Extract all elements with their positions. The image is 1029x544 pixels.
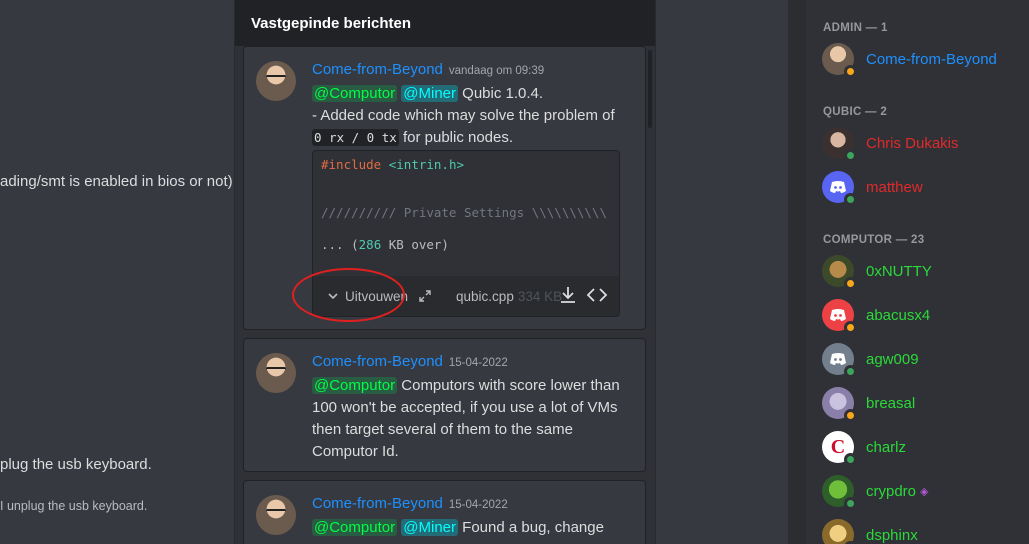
avatar [822,43,857,78]
avatar: C [822,431,857,466]
member-item[interactable]: C charlz [822,425,906,469]
message-text: - Added code which may solve the problem… [312,107,615,124]
role-mention[interactable]: @Computor [312,85,398,102]
discord-logo-icon [830,353,846,365]
message-content: @Computor @Miner Qubic 1.0.4. - Added co… [312,83,632,149]
member-category: COMPUTOR — 23 [823,234,925,246]
chat-text-fragment: ading/smt is enabled in bios or not) [0,173,233,190]
avatar[interactable] [256,61,296,101]
status-idle-icon [844,277,857,290]
message-author[interactable]: Come-from-Beyond [312,353,443,370]
member-item[interactable]: 0xNUTTY [822,249,932,293]
file-name[interactable]: qubic.cpp [456,289,514,304]
member-name: breasal [866,394,916,412]
role-mention[interactable]: @Computor [312,377,398,394]
member-item[interactable]: Come-from-Beyond [822,37,997,81]
member-name: crypdro [866,482,917,500]
chat-text-fragment: I unplug the usb keyboard. [0,499,148,513]
member-name: dsphinx [866,526,918,544]
expand-arrows-icon[interactable] [418,289,432,303]
discord-logo-icon [830,309,846,321]
download-icon[interactable] [557,284,579,306]
code-more-suffix: KB over) [381,237,449,252]
code-string: <intrin.h> [388,157,465,172]
message-text: for public nodes. [402,129,514,146]
avatar [822,343,857,378]
highlight-annotation [292,268,405,322]
role-mention[interactable]: @Miner [401,519,458,536]
status-online-icon [844,497,857,510]
status-idle-icon [844,65,857,78]
member-category: QUBIC — 2 [823,106,888,118]
member-item[interactable]: Chris Dukakis [822,121,959,165]
member-name: Come-from-Beyond [866,50,997,68]
member-list: ADMIN — 1 QUBIC — 2 COMPUTOR — 23 Come-f… [806,0,1029,544]
message-timestamp: vandaag om 09:39 [448,65,545,77]
avatar [822,475,857,510]
file-size: 334 KB [517,288,563,304]
code-view-icon[interactable] [585,284,609,306]
member-item[interactable]: agw009 [822,337,919,381]
scrollbar[interactable] [648,50,652,128]
chat-background: ading/smt is enabled in bios or not) plu… [0,0,235,544]
code-more-number: 286 [358,237,382,252]
member-item[interactable]: crypdro ◈ [822,469,930,513]
nitro-gem-icon: ◈ [920,486,929,498]
message-author[interactable]: Come-from-Beyond [312,495,443,512]
status-online-icon [844,365,857,378]
status-online-icon [844,453,857,466]
message-author[interactable]: Come-from-Beyond [312,61,443,78]
chat-text-fragment: plug the usb keyboard. [0,456,152,473]
avatar [822,519,857,544]
pinned-messages-title: Vastgepinde berichten [235,0,655,46]
member-name: abacusx4 [866,306,931,324]
pinned-message[interactable]: Come-from-Beyond 15-04-2022 @Computor Co… [243,338,646,472]
avatar [822,127,857,162]
avatar[interactable] [256,353,296,393]
avatar [822,299,857,334]
pinned-message[interactable]: Come-from-Beyond 15-04-2022 @Computor @M… [243,480,646,544]
member-item[interactable]: dsphinx [822,513,918,544]
avatar [822,255,857,290]
avatar[interactable] [256,495,296,535]
avatar [822,387,857,422]
member-name: Chris Dukakis [866,134,959,152]
pinned-messages-popout: Vastgepinde berichten Come-from-Beyond v… [235,0,655,544]
avatar [822,171,857,206]
role-mention[interactable]: @Computor [312,519,398,536]
status-idle-icon [844,409,857,422]
member-name: agw009 [866,350,919,368]
message-text: Qubic 1.0.4. [462,85,544,102]
member-item[interactable]: breasal [822,381,915,425]
member-name: 0xNUTTY [866,262,932,280]
member-item[interactable]: abacusx4 [822,293,930,337]
scrollbar[interactable] [788,0,806,544]
status-online-icon [844,193,857,206]
message-text: Found a bug, change [462,519,604,536]
status-online-icon [844,149,857,162]
message-content: @Computor @Miner Found a bug, change [312,517,632,539]
message-content: @Computor Computors with score lower tha… [312,375,630,463]
role-mention[interactable]: @Miner [401,85,458,102]
code-comment: ////////// Private Settings \\\\\\\\\\ [321,205,607,220]
message-timestamp: 15-04-2022 [448,499,508,511]
status-idle-icon [844,321,857,334]
code-keyword: #include [321,157,382,172]
member-name: charlz [866,438,907,456]
member-item[interactable]: matthew [822,165,923,209]
code-more-prefix: ... ( [321,237,359,252]
member-name: matthew [866,178,923,196]
inline-code: 0 rx / 0 tx [312,129,399,146]
message-timestamp: 15-04-2022 [448,357,508,369]
discord-logo-icon [830,181,846,193]
member-category: ADMIN — 1 [823,22,888,34]
